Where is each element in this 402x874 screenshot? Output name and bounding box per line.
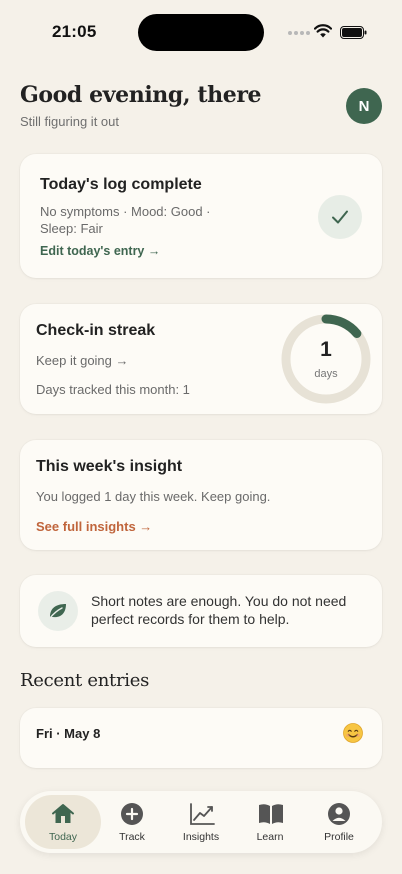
tab-track[interactable]: Track xyxy=(94,795,170,849)
leaf-icon xyxy=(49,604,66,619)
log-complete-badge xyxy=(318,195,362,239)
status-bar: 21:05 xyxy=(0,0,402,64)
edit-entry-link[interactable]: Edit today's entry → xyxy=(40,244,160,258)
see-insights-link[interactable]: See full insights → xyxy=(36,519,152,534)
tab-insights[interactable]: Insights xyxy=(163,795,239,849)
keep-going-link[interactable]: Keep it going → xyxy=(36,353,129,368)
insight-card-title: This week's insight xyxy=(36,458,183,475)
battery-icon xyxy=(340,26,367,39)
insight-text: You logged 1 day this week. Keep going. xyxy=(36,489,271,504)
tab-label: Learn xyxy=(256,831,284,843)
leaf-badge xyxy=(38,591,78,631)
entry-date: Fri · May 8 xyxy=(36,726,101,741)
weekly-insight-card[interactable]: This week's insight You logged 1 day thi… xyxy=(20,440,382,550)
tab-label: Today xyxy=(48,831,78,843)
recent-entries-title: Recent entries xyxy=(20,670,150,691)
log-card-title: Today's log complete xyxy=(40,176,202,193)
tab-learn[interactable]: Learn xyxy=(232,795,308,849)
tab-today[interactable]: Today xyxy=(25,795,101,849)
streak-count: 1 xyxy=(320,338,332,361)
home-icon xyxy=(52,804,74,823)
tab-label: Insights xyxy=(182,831,220,843)
greeting-subtitle: Still figuring it out xyxy=(20,114,119,129)
days-tracked-text: Days tracked this month: 1 xyxy=(36,382,190,397)
person-icon xyxy=(328,803,350,825)
greeting-title: Good evening, there xyxy=(20,82,262,108)
tab-profile[interactable]: Profile xyxy=(301,795,377,849)
chart-icon xyxy=(190,803,215,825)
todays-log-card[interactable]: Today's log complete No symptoms · Mood:… xyxy=(20,154,382,278)
status-time: 21:05 xyxy=(52,22,97,41)
tab-label: Profile xyxy=(324,831,354,843)
plus-circle-icon xyxy=(121,803,143,825)
smiling-face-icon xyxy=(343,723,363,743)
tab-label: Track xyxy=(119,831,145,843)
list-item[interactable]: Fri · May 8 xyxy=(20,708,382,768)
bottom-tab-bar: Today Track Insights Learn Profile xyxy=(20,791,382,853)
tip-card: Short notes are enough. You do not need … xyxy=(20,575,382,647)
avatar[interactable]: N xyxy=(346,88,382,124)
streak-unit: days xyxy=(314,368,338,380)
dynamic-island xyxy=(138,14,264,51)
cellular-signal-icon xyxy=(288,31,310,35)
streak-card[interactable]: Check-in streak Keep it going → Days tra… xyxy=(20,304,382,414)
wifi-icon xyxy=(314,24,332,38)
checkmark-icon xyxy=(332,210,348,224)
streak-card-title: Check-in streak xyxy=(36,322,156,339)
log-card-detail: No symptoms · Mood: Good · Sleep: Fair xyxy=(40,204,211,236)
tip-text: Short notes are enough. You do not need … xyxy=(91,593,347,627)
book-icon xyxy=(259,804,283,824)
